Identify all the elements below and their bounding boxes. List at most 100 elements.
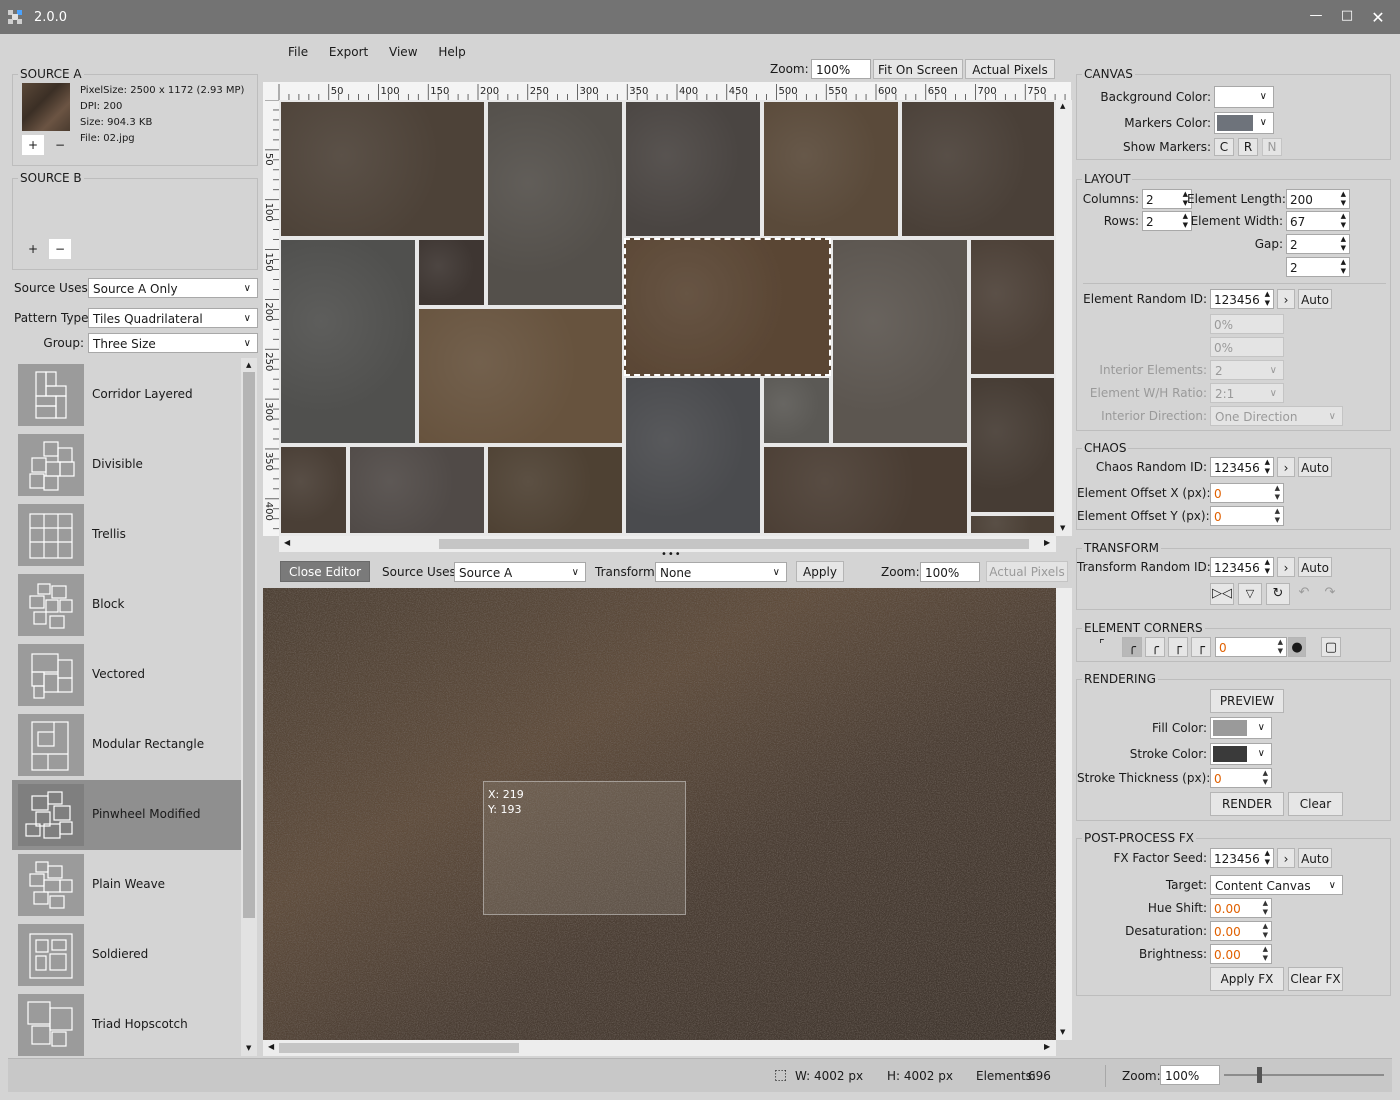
- source-uses-select[interactable]: Source A Only ∨: [88, 278, 258, 298]
- bg-color-picker[interactable]: ∨: [1214, 86, 1274, 108]
- fx-seed-spinner[interactable]: 123456 ▲ ▼: [1210, 848, 1274, 868]
- scroll-down-icon[interactable]: ▼: [1060, 524, 1065, 532]
- menu-file[interactable]: File: [288, 45, 308, 59]
- spinner-arrows-icon[interactable]: ▲ ▼: [1341, 212, 1346, 230]
- clear-fx-button[interactable]: Clear FX: [1288, 967, 1343, 991]
- flip-horizontal-icon[interactable]: ▷◁: [1210, 583, 1234, 605]
- pattern-item-triad-hopscotch[interactable]: Triad Hopscotch: [12, 990, 241, 1056]
- pattern-item-trellis[interactable]: Trellis: [12, 500, 241, 570]
- clear-render-button[interactable]: Clear: [1288, 792, 1343, 816]
- spinner-arrows-icon[interactable]: ▲ ▼: [1265, 849, 1270, 867]
- corner-inverted-round-icon[interactable]: ╭: [1145, 637, 1165, 657]
- corner-step-icon[interactable]: ┌: [1168, 637, 1188, 657]
- status-zoom-input[interactable]: 100%: [1160, 1065, 1220, 1085]
- hue-shift-spinner[interactable]: 0.00 ▲ ▼: [1210, 898, 1272, 918]
- source-a-thumbnail[interactable]: [22, 83, 70, 131]
- preview-vscrollbar[interactable]: ▲ ▼: [1056, 100, 1072, 536]
- pattern-item-modular-rectangle[interactable]: Modular Rectangle: [12, 710, 241, 780]
- source-editor-view[interactable]: X: 219 Y: 193: [263, 588, 1056, 1040]
- rows-spinner[interactable]: 2 ▲ ▼: [1142, 211, 1192, 231]
- element-length-spinner[interactable]: 200 ▲ ▼: [1286, 189, 1350, 209]
- group-select[interactable]: Three Size ∨: [88, 333, 258, 353]
- flip-vertical-icon[interactable]: ▽: [1238, 583, 1262, 605]
- pattern-item-block[interactable]: Block: [12, 570, 241, 640]
- spinner-arrows-icon[interactable]: ▲ ▼: [1341, 190, 1346, 208]
- element-width-spinner[interactable]: 67 ▲ ▼: [1286, 211, 1350, 231]
- target-select[interactable]: Content Canvas ∨: [1210, 875, 1343, 895]
- actual-pixels-button[interactable]: Actual Pixels: [965, 59, 1055, 79]
- stroke-thickness-spinner[interactable]: 0 ▲ ▼: [1210, 768, 1272, 788]
- scroll-down-icon[interactable]: ▼: [1060, 1028, 1065, 1036]
- offset-x-spinner[interactable]: 0 ▲ ▼: [1210, 483, 1284, 503]
- pattern-item-soldiered[interactable]: Soldiered: [12, 920, 241, 990]
- brightness-spinner[interactable]: 0.00 ▲ ▼: [1210, 944, 1272, 964]
- render-button[interactable]: RENDER: [1210, 792, 1284, 816]
- zoom-slider-track[interactable]: [1224, 1074, 1384, 1076]
- editor-vscrollbar[interactable]: ▼: [1056, 588, 1072, 1040]
- corner-size-spinner[interactable]: 0 ▲ ▼: [1215, 637, 1287, 657]
- marker-r-toggle[interactable]: R: [1238, 138, 1258, 156]
- zoom-slider-thumb[interactable]: [1257, 1067, 1262, 1083]
- gap-spinner-1[interactable]: 2 ▲ ▼: [1286, 234, 1350, 254]
- menu-view[interactable]: View: [389, 45, 417, 59]
- scroll-up-icon[interactable]: ▲: [246, 361, 251, 369]
- element-random-auto-button[interactable]: Auto: [1298, 289, 1332, 309]
- marker-n-toggle[interactable]: N: [1262, 138, 1282, 156]
- pattern-type-select[interactable]: Tiles Quadrilateral ∨: [88, 308, 258, 328]
- fill-color-picker[interactable]: ∨: [1210, 717, 1272, 739]
- spinner-arrows-icon[interactable]: ▲ ▼: [1275, 484, 1280, 502]
- pattern-item-pinwheel-modified[interactable]: Pinwheel Modified: [12, 780, 241, 850]
- chaos-random-next-button[interactable]: ›: [1277, 457, 1295, 477]
- chaos-random-spinner[interactable]: 123456 ▲ ▼: [1210, 457, 1274, 477]
- spinner-arrows-icon[interactable]: ▲ ▼: [1275, 507, 1280, 525]
- fx-seed-next-button[interactable]: ›: [1277, 848, 1295, 868]
- spinner-arrows-icon[interactable]: ▲ ▼: [1265, 558, 1270, 576]
- pattern-item-divisible[interactable]: Divisible: [12, 430, 241, 500]
- apply-button[interactable]: Apply: [796, 561, 844, 582]
- desaturation-spinner[interactable]: 0.00 ▲ ▼: [1210, 921, 1272, 941]
- spinner-arrows-icon[interactable]: ▲ ▼: [1263, 769, 1268, 787]
- source-b-add-button[interactable]: +: [22, 239, 44, 259]
- element-random-spinner[interactable]: 123456 ▲ ▼: [1210, 289, 1274, 309]
- pattern-preview-canvas[interactable]: [279, 100, 1056, 536]
- source-a-add-button[interactable]: +: [22, 135, 44, 155]
- scroll-thumb[interactable]: [279, 1043, 519, 1053]
- editor-zoom-input[interactable]: 100%: [920, 562, 980, 582]
- scroll-left-icon[interactable]: ◀: [284, 538, 290, 547]
- close-icon[interactable]: ✕: [1368, 8, 1388, 27]
- scroll-thumb[interactable]: [439, 539, 1029, 549]
- spinner-arrows-icon[interactable]: ▲ ▼: [1341, 258, 1346, 276]
- apply-fx-button[interactable]: Apply FX: [1210, 967, 1284, 991]
- gap-spinner-2[interactable]: 2 ▲ ▼: [1286, 257, 1350, 277]
- columns-spinner[interactable]: 2 ▲ ▼: [1142, 189, 1192, 209]
- element-random-next-button[interactable]: ›: [1277, 289, 1295, 309]
- rotate-icon[interactable]: ↻: [1266, 583, 1290, 605]
- minimize-icon[interactable]: —: [1306, 8, 1326, 26]
- source-a-remove-button[interactable]: −: [49, 135, 71, 155]
- corner-lock-icon[interactable]: ●: [1288, 637, 1306, 657]
- spinner-arrows-icon[interactable]: ▲ ▼: [1265, 290, 1270, 308]
- spinner-arrows-icon[interactable]: ▲ ▼: [1263, 945, 1268, 963]
- scroll-down-icon[interactable]: ▼: [246, 1044, 251, 1052]
- source-b-remove-button[interactable]: −: [49, 239, 71, 259]
- markers-color-picker[interactable]: ∨: [1214, 112, 1274, 134]
- spinner-arrows-icon[interactable]: ▲ ▼: [1265, 458, 1270, 476]
- marker-c-toggle[interactable]: C: [1214, 138, 1234, 156]
- fit-on-screen-button[interactable]: Fit On Screen: [873, 59, 963, 79]
- editor-source-select[interactable]: Source A ∨: [454, 562, 586, 582]
- scroll-up-icon[interactable]: ▲: [1060, 102, 1065, 110]
- corner-preview-icon[interactable]: ▢: [1321, 637, 1341, 657]
- close-editor-button[interactable]: Close Editor: [280, 561, 370, 582]
- corner-notch-icon[interactable]: ┌: [1191, 637, 1211, 657]
- pattern-item-corridor-layered[interactable]: Corridor Layered: [12, 360, 241, 430]
- scroll-left-icon[interactable]: ◀: [268, 1042, 274, 1051]
- menu-export[interactable]: Export: [329, 45, 368, 59]
- spinner-arrows-icon[interactable]: ▲ ▼: [1263, 899, 1268, 917]
- preview-button[interactable]: PREVIEW: [1210, 689, 1284, 713]
- fx-seed-auto-button[interactable]: Auto: [1298, 848, 1332, 868]
- maximize-icon[interactable]: □: [1337, 8, 1357, 26]
- stroke-color-picker[interactable]: ∨: [1210, 743, 1272, 765]
- selection-rectangle[interactable]: X: 219 Y: 193: [483, 781, 686, 915]
- pattern-item-plain-weave[interactable]: Plain Weave: [12, 850, 241, 920]
- pattern-list-scrollbar[interactable]: ▲ ▼: [241, 358, 257, 1056]
